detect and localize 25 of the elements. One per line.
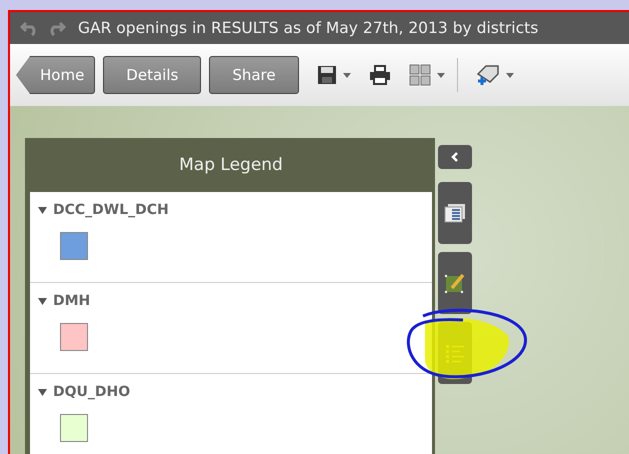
home-button[interactable]: Home bbox=[16, 56, 96, 94]
pencil-icon bbox=[444, 272, 466, 294]
tag-add-icon[interactable] bbox=[476, 64, 500, 86]
layer-name: DCC_DWL_DCH bbox=[53, 202, 169, 218]
expanded-triangle-icon[interactable] bbox=[38, 206, 47, 214]
table-icon bbox=[444, 203, 466, 223]
layer-name: DMH bbox=[53, 293, 90, 309]
chevron-left-icon bbox=[451, 152, 459, 162]
map-area[interactable]: Map Legend DCC_DWL_DCH DMH DQU_DHO bbox=[10, 106, 629, 454]
collapse-button[interactable] bbox=[438, 145, 472, 169]
save-icon[interactable] bbox=[316, 65, 337, 85]
table-tool-button[interactable] bbox=[438, 182, 472, 244]
caret-icon[interactable] bbox=[342, 72, 351, 78]
toolbar-button[interactable]: Details bbox=[103, 56, 202, 94]
window-title: GAR openings in RESULTS as of May 27th, 2013 by districts bbox=[78, 19, 538, 37]
toolbar-button[interactable]: Share bbox=[209, 56, 299, 94]
expanded-triangle-icon[interactable] bbox=[38, 296, 47, 306]
print-icon[interactable] bbox=[368, 65, 391, 85]
layer-name: DQU_DHO bbox=[53, 384, 130, 400]
expanded-triangle-icon[interactable] bbox=[38, 388, 47, 396]
caret-icon[interactable] bbox=[506, 72, 514, 78]
grid-icon[interactable] bbox=[408, 64, 431, 86]
edit-tool-button[interactable] bbox=[438, 252, 472, 314]
caret-icon[interactable] bbox=[436, 72, 445, 78]
legend-title: Map Legend bbox=[179, 155, 283, 175]
